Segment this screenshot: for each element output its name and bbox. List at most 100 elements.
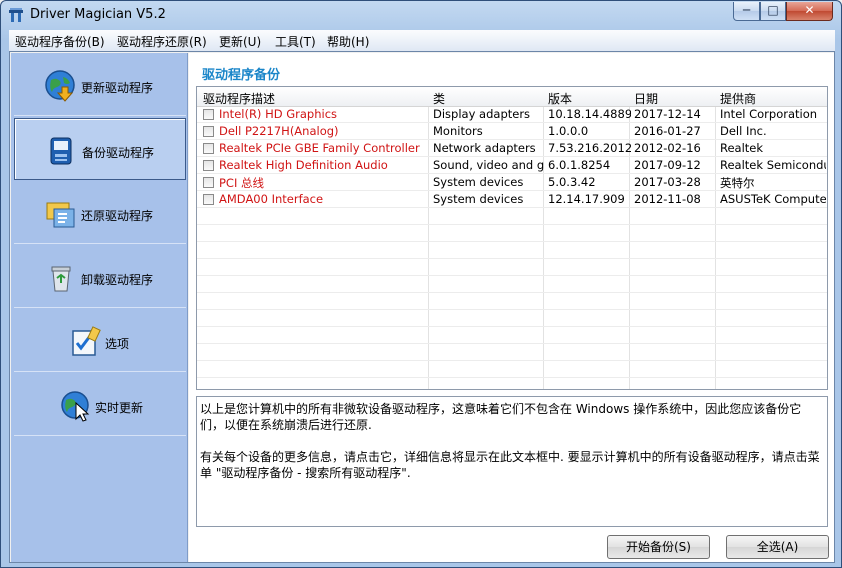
client-area: 更新驱动程序 备份驱动程序 还原驱动程序 卸载驱动程序 选项 实时更新 驱动程序…: [9, 51, 835, 563]
live-update-globe-icon: [61, 391, 90, 422]
sidebar-item-label: 更新驱动程序: [81, 81, 154, 95]
table-row: [197, 310, 827, 327]
start-backup-button[interactable]: 开始备份(S): [607, 535, 710, 559]
cell-version: 12.14.17.909: [548, 192, 625, 206]
cell-version: 7.53.216.2012: [548, 141, 631, 155]
table-row[interactable]: Realtek PCIe GBE Family Controller Networ…: [197, 140, 827, 157]
cell-class: Display adapters: [433, 107, 531, 121]
column-header-description[interactable]: 驱动程序描述: [203, 90, 275, 107]
sidebar-item-label: 还原驱动程序: [81, 209, 154, 223]
table-row: [197, 276, 827, 293]
cell-description: AMDA00 Interface: [219, 192, 324, 206]
description-paragraph: 以上是您计算机中的所有非微软设备驱动程序，这意味着它们不包含在 Windows …: [200, 402, 802, 432]
column-header-date[interactable]: 日期: [634, 90, 658, 107]
cell-provider: Realtek Semicondu...: [720, 158, 826, 172]
menu-driver-backup[interactable]: 驱动程序备份(B): [15, 33, 105, 50]
row-checkbox[interactable]: [203, 177, 214, 188]
cell-version: 5.0.3.42: [548, 175, 596, 189]
sidebar-item-restore-drivers[interactable]: 还原驱动程序: [14, 182, 186, 244]
cell-date: 2017-09-12: [634, 158, 701, 172]
table-row: [197, 361, 827, 378]
select-all-button[interactable]: 全选(A): [726, 535, 829, 559]
sidebar-item-label: 选项: [105, 337, 130, 351]
cell-description: Dell P2217H(Analog): [219, 124, 339, 138]
sidebar-item-uninstall-drivers[interactable]: 卸载驱动程序: [14, 246, 186, 308]
cell-description: Realtek PCIe GBE Family Controller: [219, 141, 420, 155]
window-title: Driver Magician V5.2: [30, 7, 166, 22]
cell-description: Realtek High Definition Audio: [219, 158, 388, 172]
column-header-provider[interactable]: 提供商: [720, 90, 756, 107]
close-button[interactable]: ✕: [786, 2, 833, 21]
row-checkbox[interactable]: [203, 126, 214, 137]
table-row: [197, 225, 827, 242]
sidebar-item-live-update[interactable]: 实时更新: [14, 374, 186, 436]
table-row: [197, 242, 827, 259]
cell-version: 6.0.1.8254: [548, 158, 611, 172]
cell-date: 2017-03-28: [634, 175, 701, 189]
row-checkbox[interactable]: [203, 143, 214, 154]
cell-provider: Intel Corporation: [720, 107, 818, 121]
minimize-button[interactable]: ─: [733, 2, 760, 21]
table-row: [197, 259, 827, 276]
column-header-class[interactable]: 类: [433, 90, 445, 107]
sidebar-item-label: 卸载驱动程序: [81, 273, 154, 287]
table-row: [197, 293, 827, 310]
options-checklist-icon: [72, 326, 101, 356]
cell-provider: 英特尔: [720, 176, 755, 190]
menu-update[interactable]: 更新(U): [219, 33, 261, 50]
restore-icon: [46, 202, 75, 228]
cell-provider: Realtek: [720, 141, 764, 155]
app-window: Driver Magician V5.2 ─ □ ✕ 驱动程序备份(B) 驱动程…: [0, 0, 842, 568]
table-row[interactable]: Dell P2217H(Analog) Monitors 1.0.0.0 2016-0…: [197, 123, 827, 140]
table-row: [197, 208, 827, 225]
cell-class: Sound, video and g...: [433, 158, 545, 172]
menu-driver-restore[interactable]: 驱动程序还原(R): [117, 33, 207, 50]
title-bar[interactable]: Driver Magician V5.2 ─ □ ✕: [1, 1, 841, 30]
app-icon: [9, 8, 23, 22]
cell-class: Monitors: [433, 124, 483, 138]
main-panel: 驱动程序备份 驱动程序描述 类 版本 日期 提供商 Intel(R) HD Gr…: [189, 53, 834, 562]
column-header-version[interactable]: 版本: [548, 90, 572, 107]
table-row[interactable]: Intel(R) HD Graphics Display adapters 10.1…: [197, 106, 827, 123]
cell-date: 2012-11-08: [634, 192, 701, 206]
row-checkbox[interactable]: [203, 194, 214, 205]
table-row[interactable]: PCI 总线 System devices 5.0.3.42 2017-03-28 英特…: [197, 174, 827, 191]
table-row[interactable]: AMDA00 Interface System devices 12.14.17.9…: [197, 191, 827, 208]
menu-bar: 驱动程序备份(B) 驱动程序还原(R) 更新(U) 工具(T) 帮助(H): [9, 30, 835, 51]
table-row[interactable]: Realtek High Definition Audio Sound, vide…: [197, 157, 827, 174]
cell-version: 10.18.14.4889: [548, 107, 631, 121]
table-row: [197, 344, 827, 361]
sidebar-item-update-drivers[interactable]: 更新驱动程序: [14, 54, 186, 116]
recycle-bin-icon: [51, 266, 71, 292]
table-row: [197, 378, 827, 389]
cell-class: System devices: [433, 175, 524, 189]
sidebar-item-backup-drivers[interactable]: 备份驱动程序: [14, 118, 186, 180]
cell-description: Intel(R) HD Graphics: [219, 107, 338, 121]
globe-download-icon: [45, 70, 75, 102]
sidebar-item-label: 备份驱动程序: [82, 146, 155, 160]
cell-date: 2012-02-16: [634, 141, 701, 155]
cell-class: Network adapters: [433, 141, 536, 155]
description-box[interactable]: 以上是您计算机中的所有非微软设备驱动程序，这意味着它们不包含在 Windows …: [196, 396, 828, 527]
cell-class: System devices: [433, 192, 524, 206]
table-row: [197, 327, 827, 344]
cell-date: 2017-12-14: [634, 107, 701, 121]
cell-provider: Dell Inc.: [720, 124, 767, 138]
cell-description: PCI 总线: [219, 176, 265, 190]
sidebar: 更新驱动程序 备份驱动程序 还原驱动程序 卸载驱动程序 选项 实时更新: [11, 53, 188, 562]
sidebar-item-options[interactable]: 选项: [14, 310, 186, 372]
menu-tools[interactable]: 工具(T): [275, 33, 316, 50]
cell-version: 1.0.0.0: [548, 124, 589, 138]
row-checkbox[interactable]: [203, 160, 214, 171]
cell-provider: ASUSTeK Compute...: [720, 192, 826, 206]
page-title: 驱动程序备份: [202, 68, 281, 83]
description-paragraph: 有关每个设备的更多信息，请点击它，详细信息将显示在此文本框中. 要显示计算机中的…: [200, 450, 820, 480]
driver-table[interactable]: 驱动程序描述 类 版本 日期 提供商 Intel(R) HD Graphics D…: [196, 86, 828, 390]
maximize-button[interactable]: □: [760, 2, 786, 21]
sidebar-item-label: 实时更新: [95, 401, 144, 415]
table-header: 驱动程序描述 类 版本 日期 提供商: [197, 87, 827, 107]
menu-help[interactable]: 帮助(H): [327, 33, 369, 50]
row-checkbox[interactable]: [203, 109, 214, 120]
cell-date: 2016-01-27: [634, 124, 701, 138]
backup-icon: [50, 137, 72, 165]
